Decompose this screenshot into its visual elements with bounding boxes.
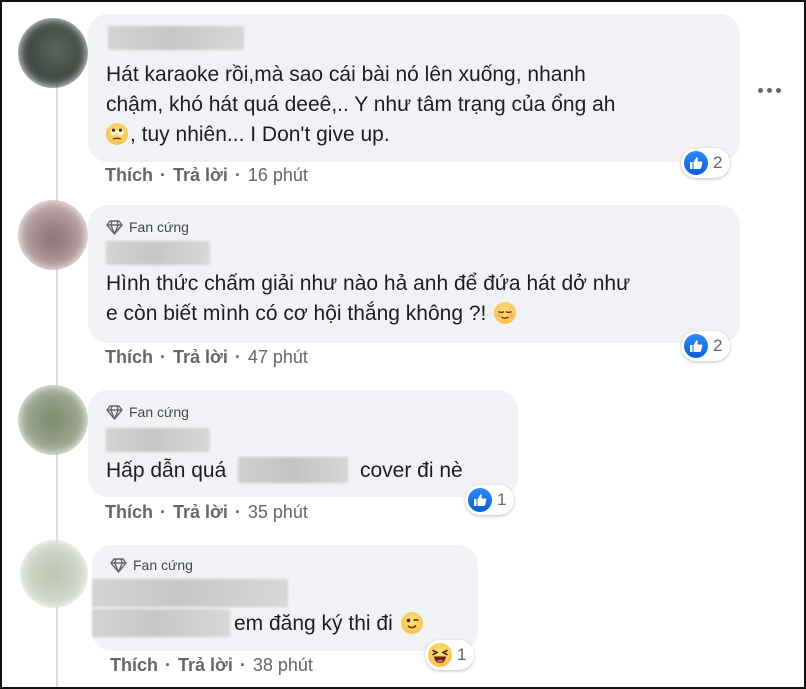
- diamond-icon: [106, 404, 123, 420]
- comment-timestamp[interactable]: 16 phút: [248, 165, 308, 186]
- comment-bubble: Fan cứng Hấp dẫn quá cover đi nè: [88, 390, 518, 497]
- like-button[interactable]: Thích: [110, 655, 158, 676]
- reaction-count: 1: [457, 645, 467, 664]
- reaction-summary[interactable]: 2: [681, 331, 731, 361]
- top-fan-badge: Fan cứng: [106, 404, 189, 420]
- like-button[interactable]: Thích: [105, 165, 153, 186]
- comment-bubble: Fan cứng Hình thức chấm giải như nào hả …: [88, 205, 740, 343]
- tagged-name[interactable]: [238, 457, 349, 483]
- like-icon: [684, 151, 708, 175]
- reaction-count: 1: [497, 490, 507, 509]
- winking-emoji: [400, 612, 423, 634]
- author-name[interactable]: [106, 241, 210, 265]
- reaction-count: 2: [713, 153, 723, 172]
- comment-timestamp[interactable]: 38 phút: [253, 655, 313, 676]
- avatar[interactable]: [18, 200, 88, 270]
- comment-text: Hấp dẫn quá cover đi nè: [106, 457, 463, 483]
- reaction-count: 2: [713, 336, 723, 355]
- comment-timestamp[interactable]: 47 phút: [248, 347, 308, 368]
- tagged-name[interactable]: [92, 609, 230, 637]
- author-name[interactable]: [108, 26, 244, 50]
- thread-line: [56, 453, 58, 543]
- diamond-icon: [106, 219, 123, 235]
- comment-actions: Thích · Trả lời · 38 phút: [110, 655, 313, 676]
- comment-text: Hát karaoke rồi,mà sao cái bài nó lên xu…: [106, 63, 616, 146]
- reply-button[interactable]: Trả lời: [178, 655, 233, 676]
- like-icon: [468, 488, 492, 512]
- diamond-icon: [110, 557, 127, 573]
- rolling-eyes-emoji: [106, 123, 128, 145]
- comment-actions: Thích · Trả lời · 35 phút: [105, 502, 308, 523]
- like-icon: [684, 334, 708, 358]
- thread-line: [56, 268, 58, 386]
- comment-text: em đăng ký thi đi: [234, 609, 423, 639]
- avatar[interactable]: [18, 385, 88, 455]
- thread-line: [56, 606, 58, 689]
- avatar[interactable]: [18, 18, 88, 88]
- reply-button[interactable]: Trả lời: [173, 165, 228, 186]
- thread-line: [56, 84, 58, 202]
- like-button[interactable]: Thích: [105, 502, 153, 523]
- comment-timestamp[interactable]: 35 phút: [248, 502, 308, 523]
- comment-bubble: Fan cứng em đăng ký thi đi: [92, 545, 478, 651]
- avatar[interactable]: [20, 540, 88, 608]
- comment-actions: Thích · Trả lời · 47 phút: [105, 347, 308, 368]
- like-button[interactable]: Thích: [105, 347, 153, 368]
- comment-text: Hình thức chấm giải như nào hả anh để đứ…: [106, 272, 631, 325]
- reply-button[interactable]: Trả lời: [173, 347, 228, 368]
- comment-actions: Thích · Trả lời · 16 phút: [105, 165, 308, 186]
- laughing-emoji: [428, 643, 452, 667]
- reaction-summary[interactable]: 1: [465, 485, 515, 515]
- reply-button[interactable]: Trả lời: [173, 502, 228, 523]
- author-name[interactable]: [106, 428, 210, 452]
- author-name[interactable]: [92, 579, 288, 607]
- reaction-summary[interactable]: 1: [425, 640, 475, 670]
- comment-bubble: Hát karaoke rồi,mà sao cái bài nó lên xu…: [88, 14, 740, 162]
- top-fan-badge: Fan cứng: [110, 557, 193, 573]
- reaction-summary[interactable]: 2: [681, 148, 731, 178]
- relieved-emoji: [494, 302, 517, 324]
- top-fan-badge: Fan cứng: [106, 219, 189, 235]
- more-options-icon[interactable]: [758, 88, 781, 93]
